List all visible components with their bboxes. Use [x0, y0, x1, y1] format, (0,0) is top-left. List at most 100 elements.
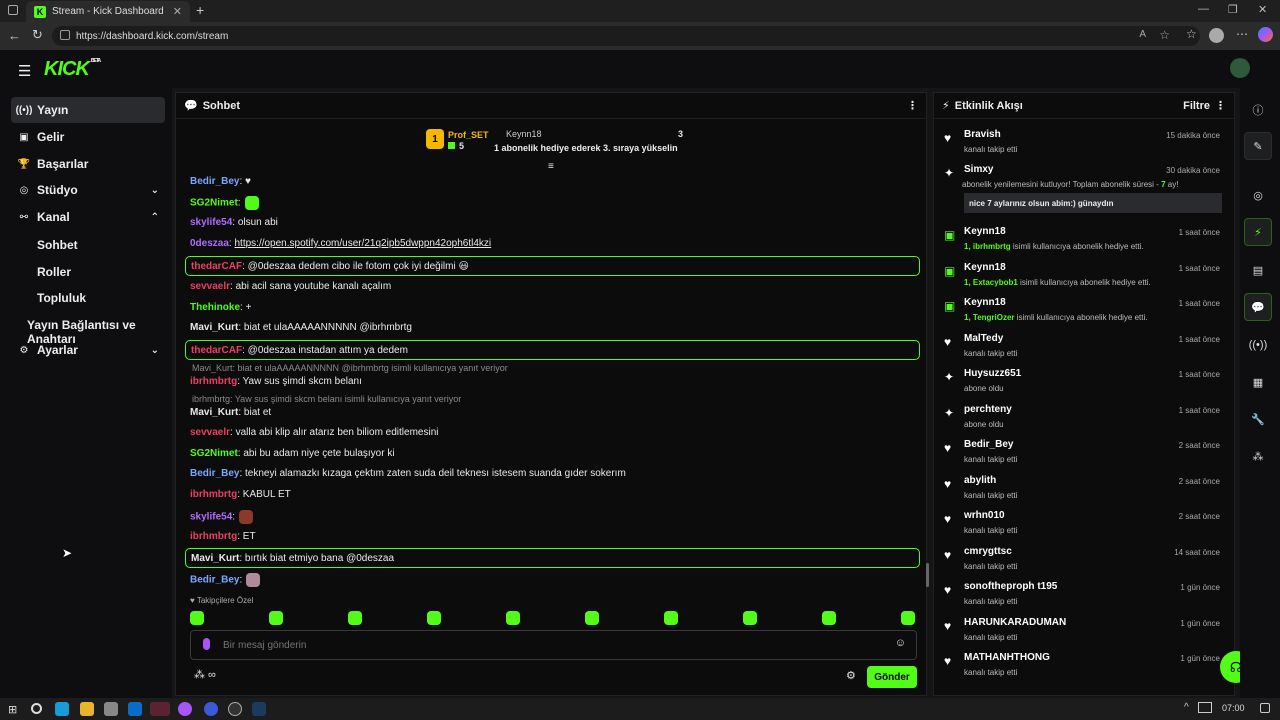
edit-icon[interactable]: ✎ [1244, 132, 1272, 160]
browser-tab[interactable]: K Stream - Kick Dashboard ✕ [26, 1, 190, 22]
restore-icon[interactable]: ❐ [1228, 3, 1238, 16]
user-avatar[interactable] [1230, 58, 1250, 78]
sidebar-item-gelir[interactable]: ▣ Gelir [11, 124, 165, 150]
back-icon[interactable]: ← [8, 28, 21, 43]
app-icon[interactable] [204, 702, 218, 716]
favorites-icon[interactable]: ☆ [1186, 27, 1197, 41]
sidebar-subitem-roller[interactable]: Roller [37, 265, 71, 279]
broadcast-status-icon[interactable]: ((•)) [1244, 331, 1272, 359]
camera-icon[interactable]: ◎ [1244, 181, 1272, 209]
scrollbar[interactable] [926, 563, 929, 587]
site-info-icon[interactable] [60, 30, 70, 40]
chat-username[interactable]: sevvaelr [190, 427, 230, 438]
steam-icon[interactable] [252, 702, 266, 716]
read-aloud-icon[interactable]: A [1139, 29, 1146, 40]
chat-toggle-icon[interactable]: 💬 [1244, 293, 1272, 321]
chat-message[interactable]: sevvaelr: valla abi klip alır atarız ben… [190, 427, 438, 438]
activity-user[interactable]: MATHANHTHONG [964, 652, 1050, 663]
network-icon[interactable] [1198, 702, 1212, 713]
emoji-icon[interactable]: ☺ [895, 637, 906, 649]
profile-avatar-icon[interactable] [1209, 28, 1224, 43]
refresh-icon[interactable]: ↻ [32, 27, 43, 43]
outlook-icon[interactable] [128, 702, 142, 716]
wrench-icon[interactable]: 🔧 [1244, 405, 1272, 433]
notes-icon[interactable]: ▤ [1244, 256, 1272, 284]
chat-message[interactable]: SG2Nimet: [190, 196, 259, 210]
chat-input[interactable] [223, 637, 883, 653]
activity-item[interactable]: ♥ MATHANHTHONG 1 gün önce kanalı takip etti [942, 652, 1224, 684]
clock[interactable]: 07:00 [1222, 703, 1245, 713]
activity-user[interactable]: Keynn18 [964, 226, 1006, 237]
chat-message[interactable]: skylife54: [190, 510, 254, 524]
microphone-icon[interactable] [203, 638, 210, 650]
chat-username[interactable]: ibrhmbrtg [190, 376, 237, 387]
quick-emote-icon[interactable] [585, 611, 599, 625]
activity-item[interactable]: ♥ HARUNKARADUMAN 1 gün önce kanalı takip et… [942, 617, 1224, 649]
activity-item[interactable]: ♥ Bedir_Bey 2 saat önce kanalı takip etti [942, 439, 1224, 471]
kick-logo[interactable]: KICK BETA [44, 58, 101, 81]
quick-emote-icon[interactable] [664, 611, 678, 625]
sidebar-item-basarilar[interactable]: 🏆 Başarılar [11, 151, 165, 177]
chat-username[interactable]: skylife54 [190, 217, 232, 228]
chat-message[interactable]: thedarCAF: @0deszaa instadan attım ya de… [185, 340, 920, 360]
info-icon[interactable]: ⓘ [1244, 96, 1272, 124]
favorite-star-icon[interactable]: ☆ [1159, 28, 1170, 42]
tokens-rail-icon[interactable]: ⁂ [1244, 442, 1272, 470]
quick-emote-icon[interactable] [190, 611, 204, 625]
chat-message[interactable]: ibrhmbrtg: ET [190, 531, 256, 542]
chat-message[interactable]: thedarCAF: @0deszaa dedem cibo ile fotom… [185, 256, 920, 276]
chat-message[interactable]: Bedir_Bey: [190, 573, 261, 587]
menu-icon[interactable]: ☰ [18, 62, 31, 80]
chat-username[interactable]: skylife54 [190, 512, 232, 523]
sidebar-item-studyo[interactable]: ◎ Stüdyo ⌄ [11, 177, 165, 203]
activity-user[interactable]: perchteny [964, 404, 1012, 415]
activity-item[interactable]: ♥ abylith 2 saat önce kanalı takip etti [942, 475, 1224, 507]
activity-user[interactable]: Keynn18 [964, 262, 1006, 273]
chat-input-box[interactable]: ☺ [190, 630, 917, 660]
sidebar-item-ayarlar[interactable]: ⚙ Ayarlar ⌄ [11, 337, 165, 363]
obs-icon[interactable] [228, 702, 242, 716]
copilot-app-icon[interactable] [178, 702, 192, 716]
activity-item[interactable]: ✦ perchteny 1 saat önce abone oldu [942, 404, 1224, 436]
close-tab-icon[interactable]: ✕ [173, 5, 182, 18]
chat-menu-icon[interactable]: ⋮ [907, 99, 918, 112]
file-explorer-icon[interactable] [80, 702, 94, 716]
top-gifter-name[interactable]: Prof_SET [448, 130, 489, 140]
activity-user[interactable]: Keynn18 [964, 297, 1006, 308]
chat-username[interactable]: SG2Nimet [190, 198, 238, 209]
activity-user[interactable]: wrhn010 [964, 510, 1005, 521]
chat-username[interactable]: Mavi_Kurt [190, 322, 238, 333]
chat-message[interactable]: Mavi_Kurt: biat et ulaAAAAANNNNN @ibrhmb… [190, 322, 412, 333]
chat-username[interactable]: 0deszaa [190, 238, 229, 249]
chat-username[interactable]: Mavi_Kurt [190, 407, 238, 418]
url-field[interactable]: https://dashboard.kick.com/stream A ☆ [52, 26, 1200, 46]
chat-message[interactable]: Mavi_Kurt: biat et [190, 407, 271, 418]
quick-emote-icon[interactable] [506, 611, 520, 625]
activity-toggle-icon[interactable]: ⚡ [1244, 218, 1272, 246]
close-window-icon[interactable]: ✕ [1258, 3, 1267, 16]
activity-item[interactable]: ✦ Huysuzz651 1 saat önce abone oldu [942, 368, 1224, 400]
chat-username[interactable]: ibrhmbrtg [190, 489, 237, 500]
chat-username[interactable]: SG2Nimet [190, 448, 238, 459]
filter-button[interactable]: Filtre [1183, 100, 1210, 112]
chat-message[interactable]: SG2Nimet: abi bu adam niye çete bulaşıyo… [190, 448, 395, 459]
system-tray-chevron-icon[interactable]: ^ [1184, 702, 1189, 713]
tab-actions-icon[interactable] [8, 5, 18, 15]
activity-menu-icon[interactable]: ⋮ [1215, 99, 1226, 112]
activity-item[interactable]: ▣ Keynn18 1 saat önce 1, TengriOzer isimli … [942, 297, 1224, 329]
chat-message[interactable]: skylife54: olsun abi [190, 217, 278, 228]
chat-username[interactable]: Bedir_Bey [190, 176, 239, 187]
activity-item[interactable]: ♥ Bravish 15 dakika önce kanalı takip etti [942, 129, 1224, 161]
activity-user[interactable]: Bedir_Bey [964, 439, 1013, 450]
activity-item[interactable]: ♥ MalTedy 1 saat önce kanalı takip etti [942, 333, 1224, 365]
activity-user[interactable]: abylith [964, 475, 996, 486]
quick-emote-icon[interactable] [269, 611, 283, 625]
activity-user[interactable]: sonoftheproph t195 [964, 581, 1057, 592]
copilot-icon[interactable] [1258, 27, 1273, 42]
activity-user[interactable]: Huysuzz651 [964, 368, 1021, 379]
chat-username[interactable]: Bedir_Bey [190, 575, 239, 586]
chat-message[interactable]: Bedir_Bey: tekneyi alamazkı kızaga çektı… [190, 468, 626, 479]
second-gifter-name[interactable]: Keynn18 [506, 129, 542, 139]
notifications-icon[interactable] [1260, 703, 1270, 713]
activity-item[interactable]: ♥ wrhn010 2 saat önce kanalı takip etti [942, 510, 1224, 542]
